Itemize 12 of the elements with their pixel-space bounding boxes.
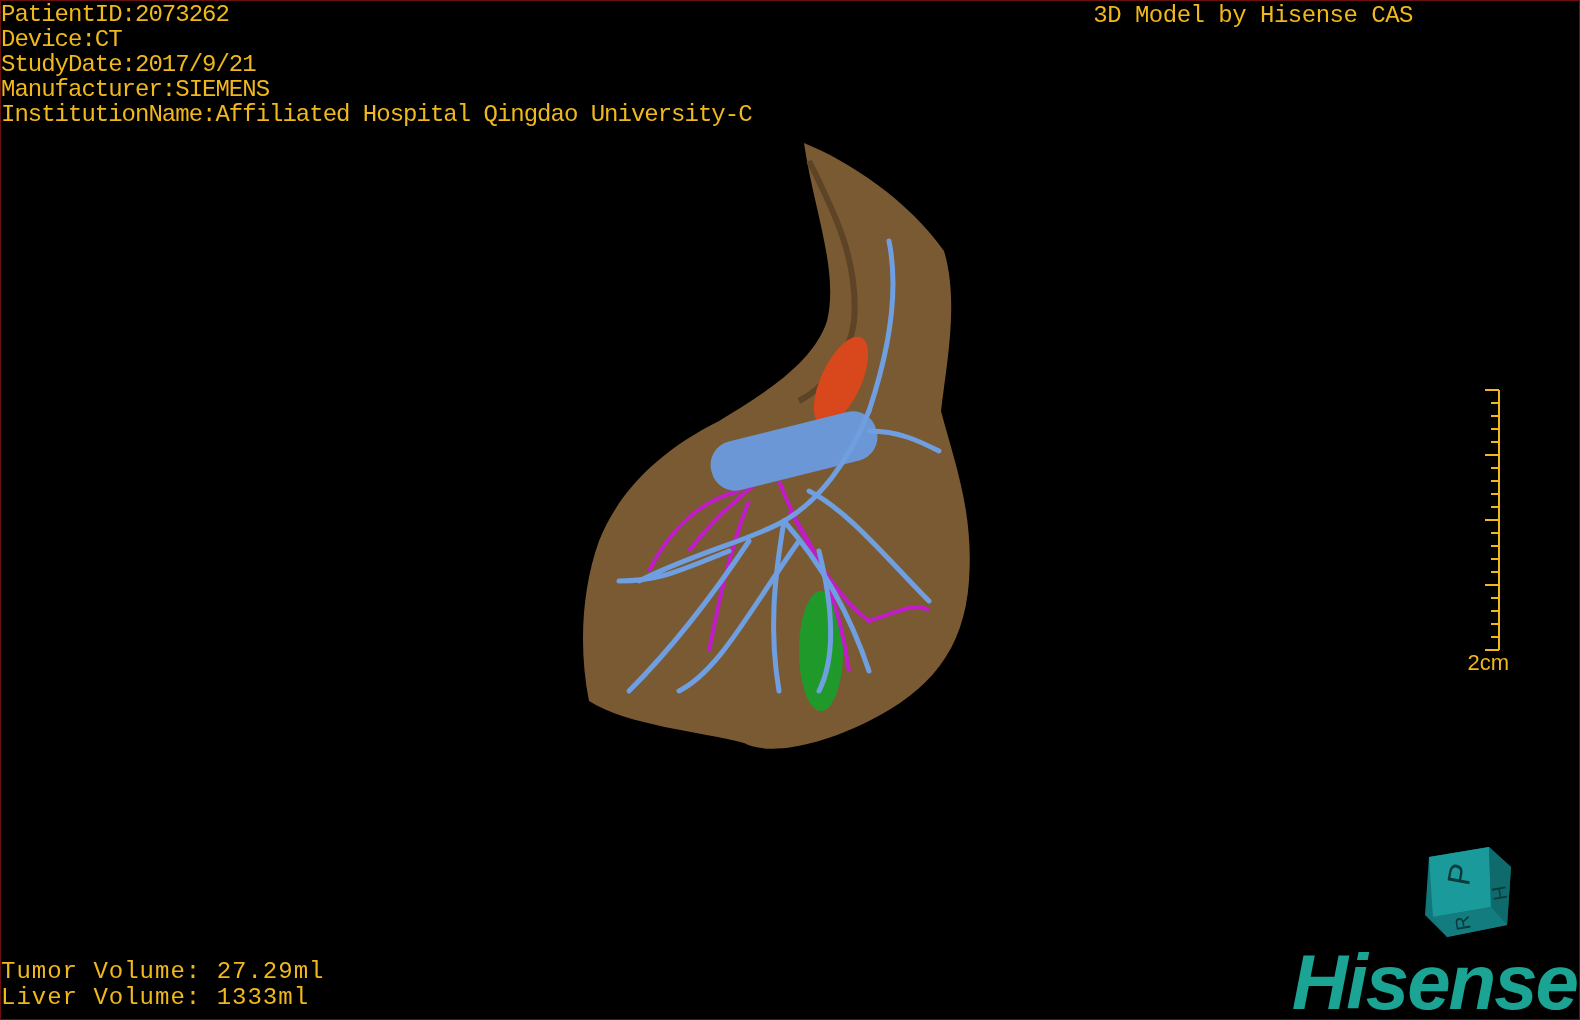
scale-label: 2cm	[1467, 651, 1509, 675]
patient-info-text: Device:CT	[1, 27, 123, 52]
patient-info-text: StudyDate:2017/9/21	[1, 52, 257, 77]
patient-info-text: Manufacturer:SIEMENS	[1, 77, 271, 102]
volume-text: Tumor Volume: 27.29ml	[1, 959, 325, 985]
patient-info-text: InstitutionName:Affiliated Hospital Qingdao University-C	[1, 102, 752, 127]
cube-face-label: P	[1440, 860, 1480, 888]
cube-face-label: R	[1450, 913, 1475, 932]
patient-info-text: PatientID:2073262	[1, 2, 230, 27]
viewer-title: 3D Model by Hisense CAS	[1093, 1, 1413, 31]
volume-text: Liver Volume: 1333ml	[1, 985, 311, 1011]
brand-logo: Hisense	[1291, 945, 1577, 1019]
